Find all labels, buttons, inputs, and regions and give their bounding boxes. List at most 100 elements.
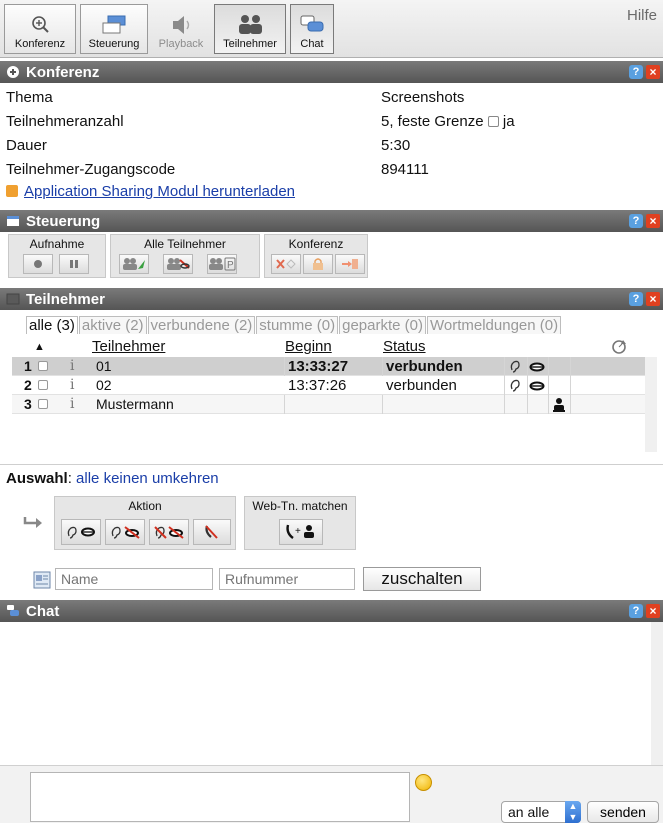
- feste-grenze-checkbox[interactable]: [487, 116, 499, 127]
- record-button[interactable]: [23, 254, 53, 274]
- mouth-icon[interactable]: [529, 361, 545, 373]
- filter-tab-geparkte[interactable]: geparkte (0): [339, 316, 426, 334]
- chat-close-icon[interactable]: ×: [646, 604, 660, 618]
- row-number: 3: [24, 396, 32, 412]
- info-icon[interactable]: i: [70, 358, 74, 374]
- column-status[interactable]: Status: [383, 338, 426, 355]
- konferenz-group-title: Konferenz: [288, 237, 344, 251]
- filter-tab-wortmeldungen[interactable]: Wortmeldungen (0): [427, 316, 562, 334]
- person-web-icon[interactable]: [552, 397, 566, 413]
- konferenz-close-icon[interactable]: ×: [646, 65, 660, 79]
- info-row-thema: Thema Screenshots: [0, 86, 663, 110]
- all-unmute-button[interactable]: [119, 254, 149, 274]
- name-input[interactable]: [55, 568, 213, 590]
- hangup-icon: [205, 525, 218, 539]
- select-invert-link[interactable]: umkehren: [152, 470, 219, 487]
- participant-status: verbunden: [386, 358, 463, 375]
- info-row-dauer: Dauer 5:30: [0, 134, 663, 158]
- address-book-icon[interactable]: [32, 570, 52, 590]
- filter-tab-verbundene[interactable]: verbundene (2): [147, 316, 256, 334]
- all-park-button[interactable]: P: [207, 254, 237, 274]
- application-sharing-download-link[interactable]: Application Sharing Modul herunterladen: [6, 183, 295, 200]
- chat-title: Chat: [26, 602, 60, 620]
- select-all-link[interactable]: alle: [76, 470, 99, 487]
- chat-message-input[interactable]: [30, 772, 410, 822]
- info-row-zugangscode: Teilnehmer-Zugangscode 894111: [0, 158, 663, 182]
- toolbar-chat-button[interactable]: Chat: [290, 4, 334, 54]
- selection-bar: Auswahl: alle keinen umkehren: [6, 470, 219, 487]
- sort-ascending-icon[interactable]: ▲: [34, 341, 45, 353]
- filter-tab-stumme[interactable]: stumme (0): [256, 316, 339, 334]
- window-panel-icon: [102, 15, 126, 34]
- people-icon: [239, 15, 262, 34]
- download-icon: [6, 185, 18, 197]
- row-checkbox[interactable]: [38, 399, 48, 409]
- webtn-title: Web-Tn. matchen: [252, 499, 348, 513]
- zuschalten-button[interactable]: zuschalten: [363, 567, 481, 591]
- toolbar-playback-label: Playback: [158, 38, 204, 50]
- teilnehmer-header: Teilnehmer ? ×: [0, 288, 663, 310]
- webtn-group: Web-Tn. matchen +: [244, 496, 356, 550]
- info-value: 894111: [381, 161, 429, 178]
- toolbar-steuerung-button[interactable]: Steuerung: [80, 4, 148, 54]
- refresh-icon[interactable]: [610, 338, 628, 356]
- steuerung-help-icon[interactable]: ?: [629, 214, 643, 228]
- action-hangup-button[interactable]: [193, 519, 231, 545]
- help-link[interactable]: Hilfe: [627, 7, 657, 24]
- auswahl-label: Auswahl: [6, 470, 68, 487]
- teilnehmer-close-icon[interactable]: ×: [646, 292, 660, 306]
- magnifier-plus-icon: [32, 16, 49, 33]
- info-icon[interactable]: i: [70, 396, 74, 412]
- action-mute-mouth-button[interactable]: [105, 519, 145, 545]
- end-conference-button[interactable]: [271, 254, 301, 274]
- toolbar-playback-button[interactable]: Playback: [152, 4, 210, 54]
- chat-help-icon[interactable]: ?: [629, 604, 643, 618]
- mouth-icon[interactable]: [529, 380, 545, 392]
- konferenz-group: Konferenz: [264, 234, 368, 278]
- web-match-button[interactable]: +: [279, 519, 323, 545]
- action-mute-all-button[interactable]: [149, 519, 189, 545]
- action-unmute-button[interactable]: [61, 519, 101, 545]
- steuerung-close-icon[interactable]: ×: [646, 214, 660, 228]
- smiley-icon[interactable]: [415, 774, 432, 791]
- toolbar-steuerung-label: Steuerung: [88, 38, 140, 50]
- teilnehmer-help-icon[interactable]: ?: [629, 292, 643, 306]
- leave-conference-button[interactable]: [335, 254, 365, 274]
- table-row[interactable]: 3 i Mustermann: [12, 395, 645, 414]
- info-icon[interactable]: i: [70, 377, 74, 393]
- row-checkbox[interactable]: [38, 361, 48, 371]
- row-number: 2: [24, 377, 32, 393]
- select-none-link[interactable]: keinen: [104, 470, 148, 487]
- ear-icon[interactable]: [508, 359, 522, 374]
- phone-number-input[interactable]: [219, 568, 355, 590]
- table-header: ▲ Teilnehmer Beginn Status: [12, 337, 657, 357]
- info-row-teilnehmeranzahl: Teilnehmeranzahl 5, feste Grenze ja: [0, 110, 663, 134]
- row-checkbox[interactable]: [38, 380, 48, 390]
- ear-icon[interactable]: [508, 378, 522, 393]
- lock-conference-button[interactable]: [303, 254, 333, 274]
- list-icon: [6, 293, 20, 305]
- all-mute-button[interactable]: [163, 254, 193, 274]
- pause-button[interactable]: [59, 254, 89, 274]
- filter-tab-alle[interactable]: alle (3): [26, 316, 78, 334]
- info-value-group: 5, feste Grenze ja: [381, 113, 515, 130]
- toolbar-konferenz-button[interactable]: Konferenz: [4, 4, 76, 54]
- people-mute-icon: [167, 258, 190, 270]
- konferenz-help-icon[interactable]: ?: [629, 65, 643, 79]
- filter-tab-aktive[interactable]: aktive (2): [78, 316, 147, 334]
- recipient-select[interactable]: an alle ▲ ▼: [501, 801, 581, 823]
- send-button[interactable]: senden: [587, 801, 659, 823]
- top-toolbar: Konferenz Steuerung Playback Teilnehmer …: [0, 0, 663, 58]
- table-row[interactable]: 1 i 01 13:33:27 verbunden: [12, 357, 645, 376]
- table-row[interactable]: 2 i 02 13:37:26 verbunden: [12, 376, 645, 395]
- column-teilnehmer[interactable]: Teilnehmer: [92, 338, 165, 355]
- disconnect-icon: [276, 259, 296, 269]
- toolbar-teilnehmer-button[interactable]: Teilnehmer: [214, 4, 286, 54]
- toolbar-konferenz-label: Konferenz: [14, 38, 66, 50]
- chat-messages-area[interactable]: [0, 622, 663, 765]
- divider: [0, 464, 663, 465]
- konferenz-header: Konferenz ? ×: [0, 61, 663, 83]
- apply-arrow-icon: [23, 517, 42, 528]
- participant-begin: 13:33:27: [288, 358, 349, 375]
- column-beginn[interactable]: Beginn: [285, 338, 332, 355]
